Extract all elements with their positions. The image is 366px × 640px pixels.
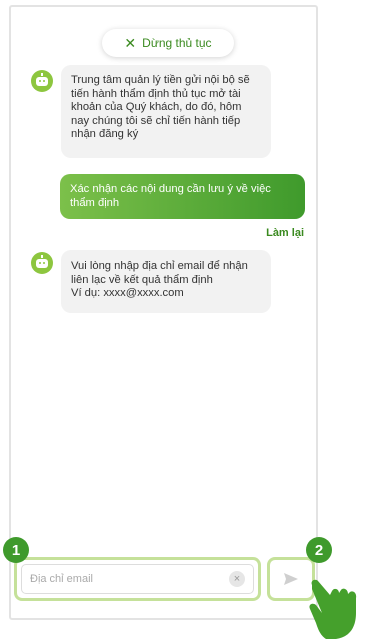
bot-message-2-line3: Ví dụ: xxxx@xxxx.com: [71, 287, 184, 299]
bot-avatar-icon: [31, 70, 53, 92]
callout-badge-1: 1: [3, 537, 29, 563]
phone-screen: ✕ Dừng thủ tục Trung tâm quản lý tiền gử…: [9, 5, 318, 620]
email-placeholder: Địa chỉ email: [30, 573, 93, 585]
stop-procedure-button[interactable]: ✕ Dừng thủ tục: [102, 29, 234, 57]
email-field[interactable]: Địa chỉ email ×: [21, 564, 254, 594]
bot-message-2-line2: liên lạc về kết quả thẩm định: [71, 273, 213, 286]
user-message-1: Xác nhận các nội dung cần lưu ý về việc …: [60, 174, 305, 219]
close-icon: ✕: [124, 35, 137, 51]
send-button[interactable]: [275, 565, 307, 593]
bot-message-2-line1: Vui lòng nhập địa chỉ email để nhận: [71, 260, 248, 272]
tap-hand-icon: [309, 579, 357, 639]
bot-message-1: Trung tâm quản lý tiền gửi nội bộ sẽ tiế…: [61, 65, 271, 158]
bot-message-2: Vui lòng nhập địa chỉ email để nhận liên…: [61, 250, 271, 313]
stop-procedure-label: Dừng thủ tục: [142, 36, 212, 50]
callout-badge-2: 2: [306, 537, 332, 563]
clear-icon[interactable]: ×: [229, 571, 245, 587]
redo-link[interactable]: Làm lại: [266, 227, 304, 239]
send-icon: [284, 573, 298, 585]
email-input-highlight: Địa chỉ email ×: [14, 557, 261, 601]
bot-avatar-icon: [31, 252, 53, 274]
